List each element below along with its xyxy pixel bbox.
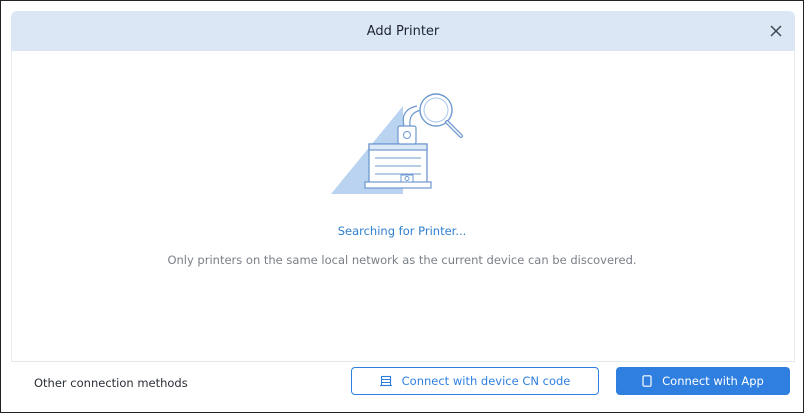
network-hint: Only printers on the same local network … [167, 253, 637, 267]
connect-cn-code-button[interactable]: Connect with device CN code [351, 367, 599, 395]
phone-icon [642, 375, 652, 387]
connect-with-app-button[interactable]: Connect with App [616, 367, 790, 395]
dialog-title: Add Printer [366, 24, 440, 39]
dialog-footer: Other connection methods Connect with de… [11, 361, 795, 405]
close-icon[interactable] [765, 20, 787, 42]
add-printer-dialog: Add Printer Searching for Printer... Onl… [0, 0, 804, 413]
dialog-header: Add Printer [11, 11, 795, 51]
cn-code-icon [379, 375, 392, 387]
searching-status: Searching for Printer... [337, 224, 467, 238]
connect-with-app-label: Connect with App [662, 374, 764, 388]
connect-cn-code-label: Connect with device CN code [401, 374, 571, 388]
other-methods-label: Other connection methods [34, 376, 188, 390]
printer-search-illustration [331, 86, 481, 196]
